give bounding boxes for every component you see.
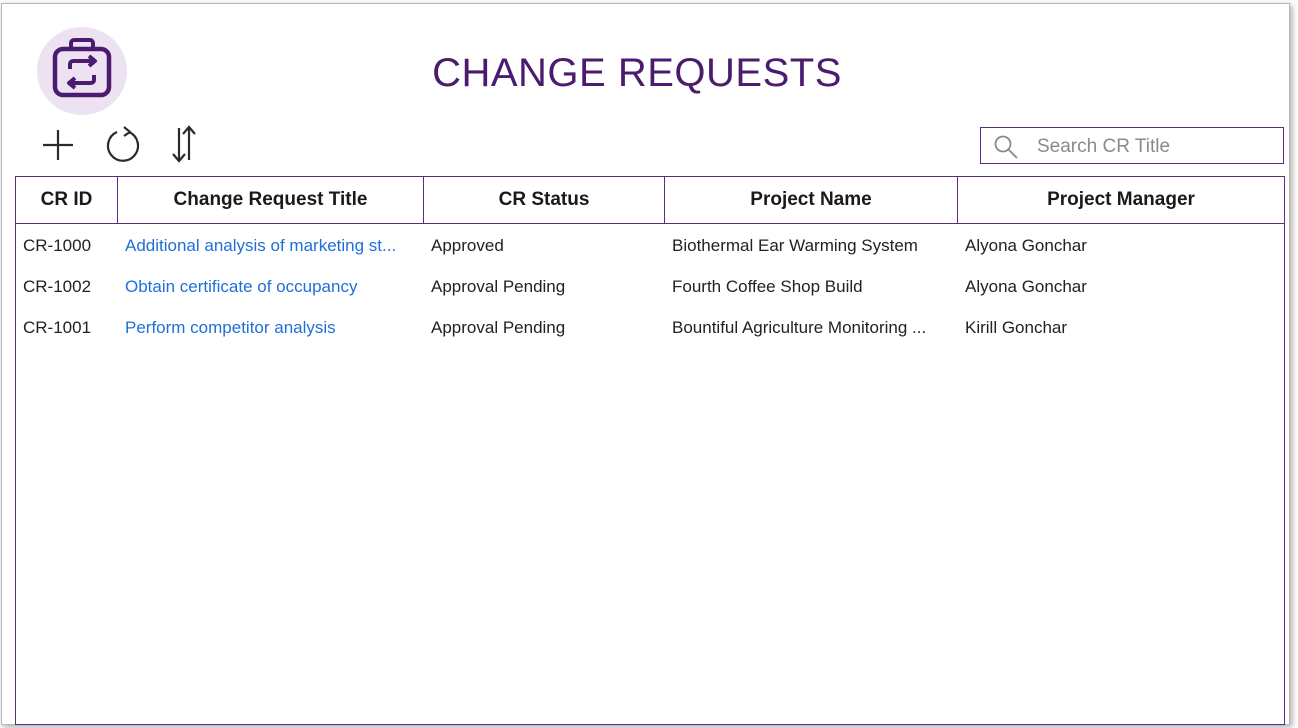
search-icon bbox=[994, 135, 1018, 159]
cr-status-cell: Approval Pending bbox=[431, 276, 566, 296]
cr-status-cell: Approval Pending bbox=[431, 317, 566, 337]
table-row[interactable]: CR-1002 Obtain certificate of occupancy … bbox=[16, 266, 1284, 307]
cr-title-link[interactable]: Obtain certificate of occupancy bbox=[118, 277, 424, 297]
column-header-project-manager[interactable]: Project Manager bbox=[958, 177, 1284, 223]
project-manager-cell: Kirill Gonchar bbox=[965, 317, 1068, 337]
page-title: CHANGE REQUESTS bbox=[432, 51, 842, 95]
column-header-title[interactable]: Change Request Title bbox=[118, 177, 424, 223]
cr-status-cell: Approved bbox=[431, 235, 504, 255]
cr-title-link[interactable]: Additional analysis of marketing st... bbox=[118, 236, 424, 256]
refresh-button[interactable] bbox=[103, 124, 143, 164]
project-name-cell: Biothermal Ear Warming System bbox=[672, 235, 918, 255]
sort-icon bbox=[172, 125, 196, 163]
column-header-project-name[interactable]: Project Name bbox=[665, 177, 958, 223]
column-header-cr-id[interactable]: CR ID bbox=[16, 177, 118, 223]
column-header-status[interactable]: CR Status bbox=[424, 177, 665, 223]
refresh-icon bbox=[106, 126, 140, 162]
sort-button[interactable] bbox=[165, 124, 205, 164]
cr-id-cell: CR-1001 bbox=[23, 317, 92, 337]
project-manager-cell: Alyona Gonchar bbox=[965, 235, 1087, 255]
table-header: CR ID Change Request Title CR Status Pro… bbox=[16, 177, 1284, 224]
app-window: CHANGE REQUESTS CR ID Change Request bbox=[1, 3, 1290, 725]
cr-title-link[interactable]: Perform competitor analysis bbox=[118, 318, 424, 338]
table-row[interactable]: CR-1000 Additional analysis of marketing… bbox=[16, 225, 1284, 266]
project-manager-cell: Alyona Gonchar bbox=[965, 276, 1087, 296]
search-box[interactable] bbox=[980, 127, 1284, 164]
cr-id-cell: CR-1000 bbox=[23, 235, 92, 255]
plus-icon bbox=[43, 130, 73, 160]
project-name-cell: Bountiful Agriculture Monitoring ... bbox=[672, 317, 927, 337]
table-body: CR-1000 Additional analysis of marketing… bbox=[16, 224, 1284, 348]
project-name-cell: Fourth Coffee Shop Build bbox=[672, 276, 863, 296]
change-requests-table: CR ID Change Request Title CR Status Pro… bbox=[15, 176, 1285, 725]
search-input[interactable] bbox=[1035, 133, 1279, 161]
table-row[interactable]: CR-1001 Perform competitor analysis Appr… bbox=[16, 307, 1284, 348]
cr-id-cell: CR-1002 bbox=[23, 276, 92, 296]
add-button[interactable] bbox=[38, 124, 78, 164]
